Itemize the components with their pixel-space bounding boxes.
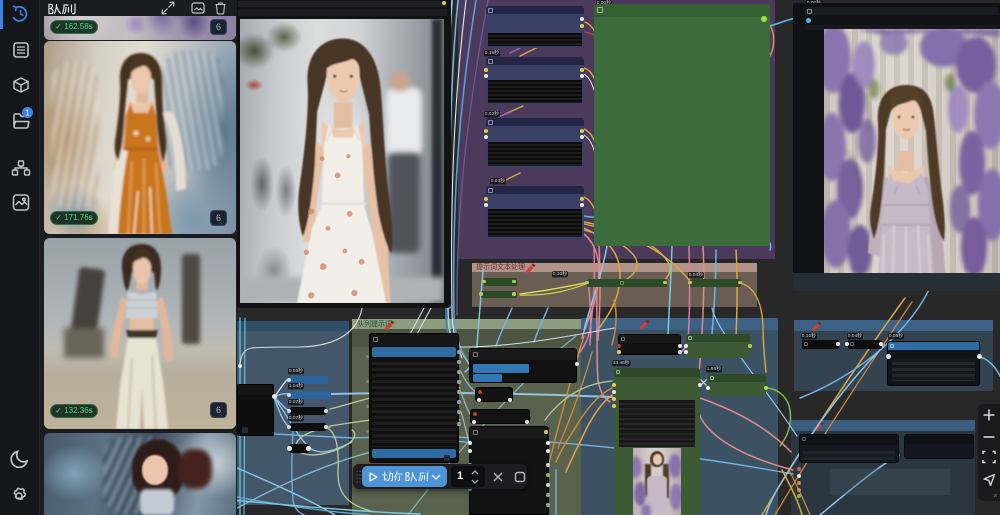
svg-text:1: 1 — [25, 109, 30, 118]
